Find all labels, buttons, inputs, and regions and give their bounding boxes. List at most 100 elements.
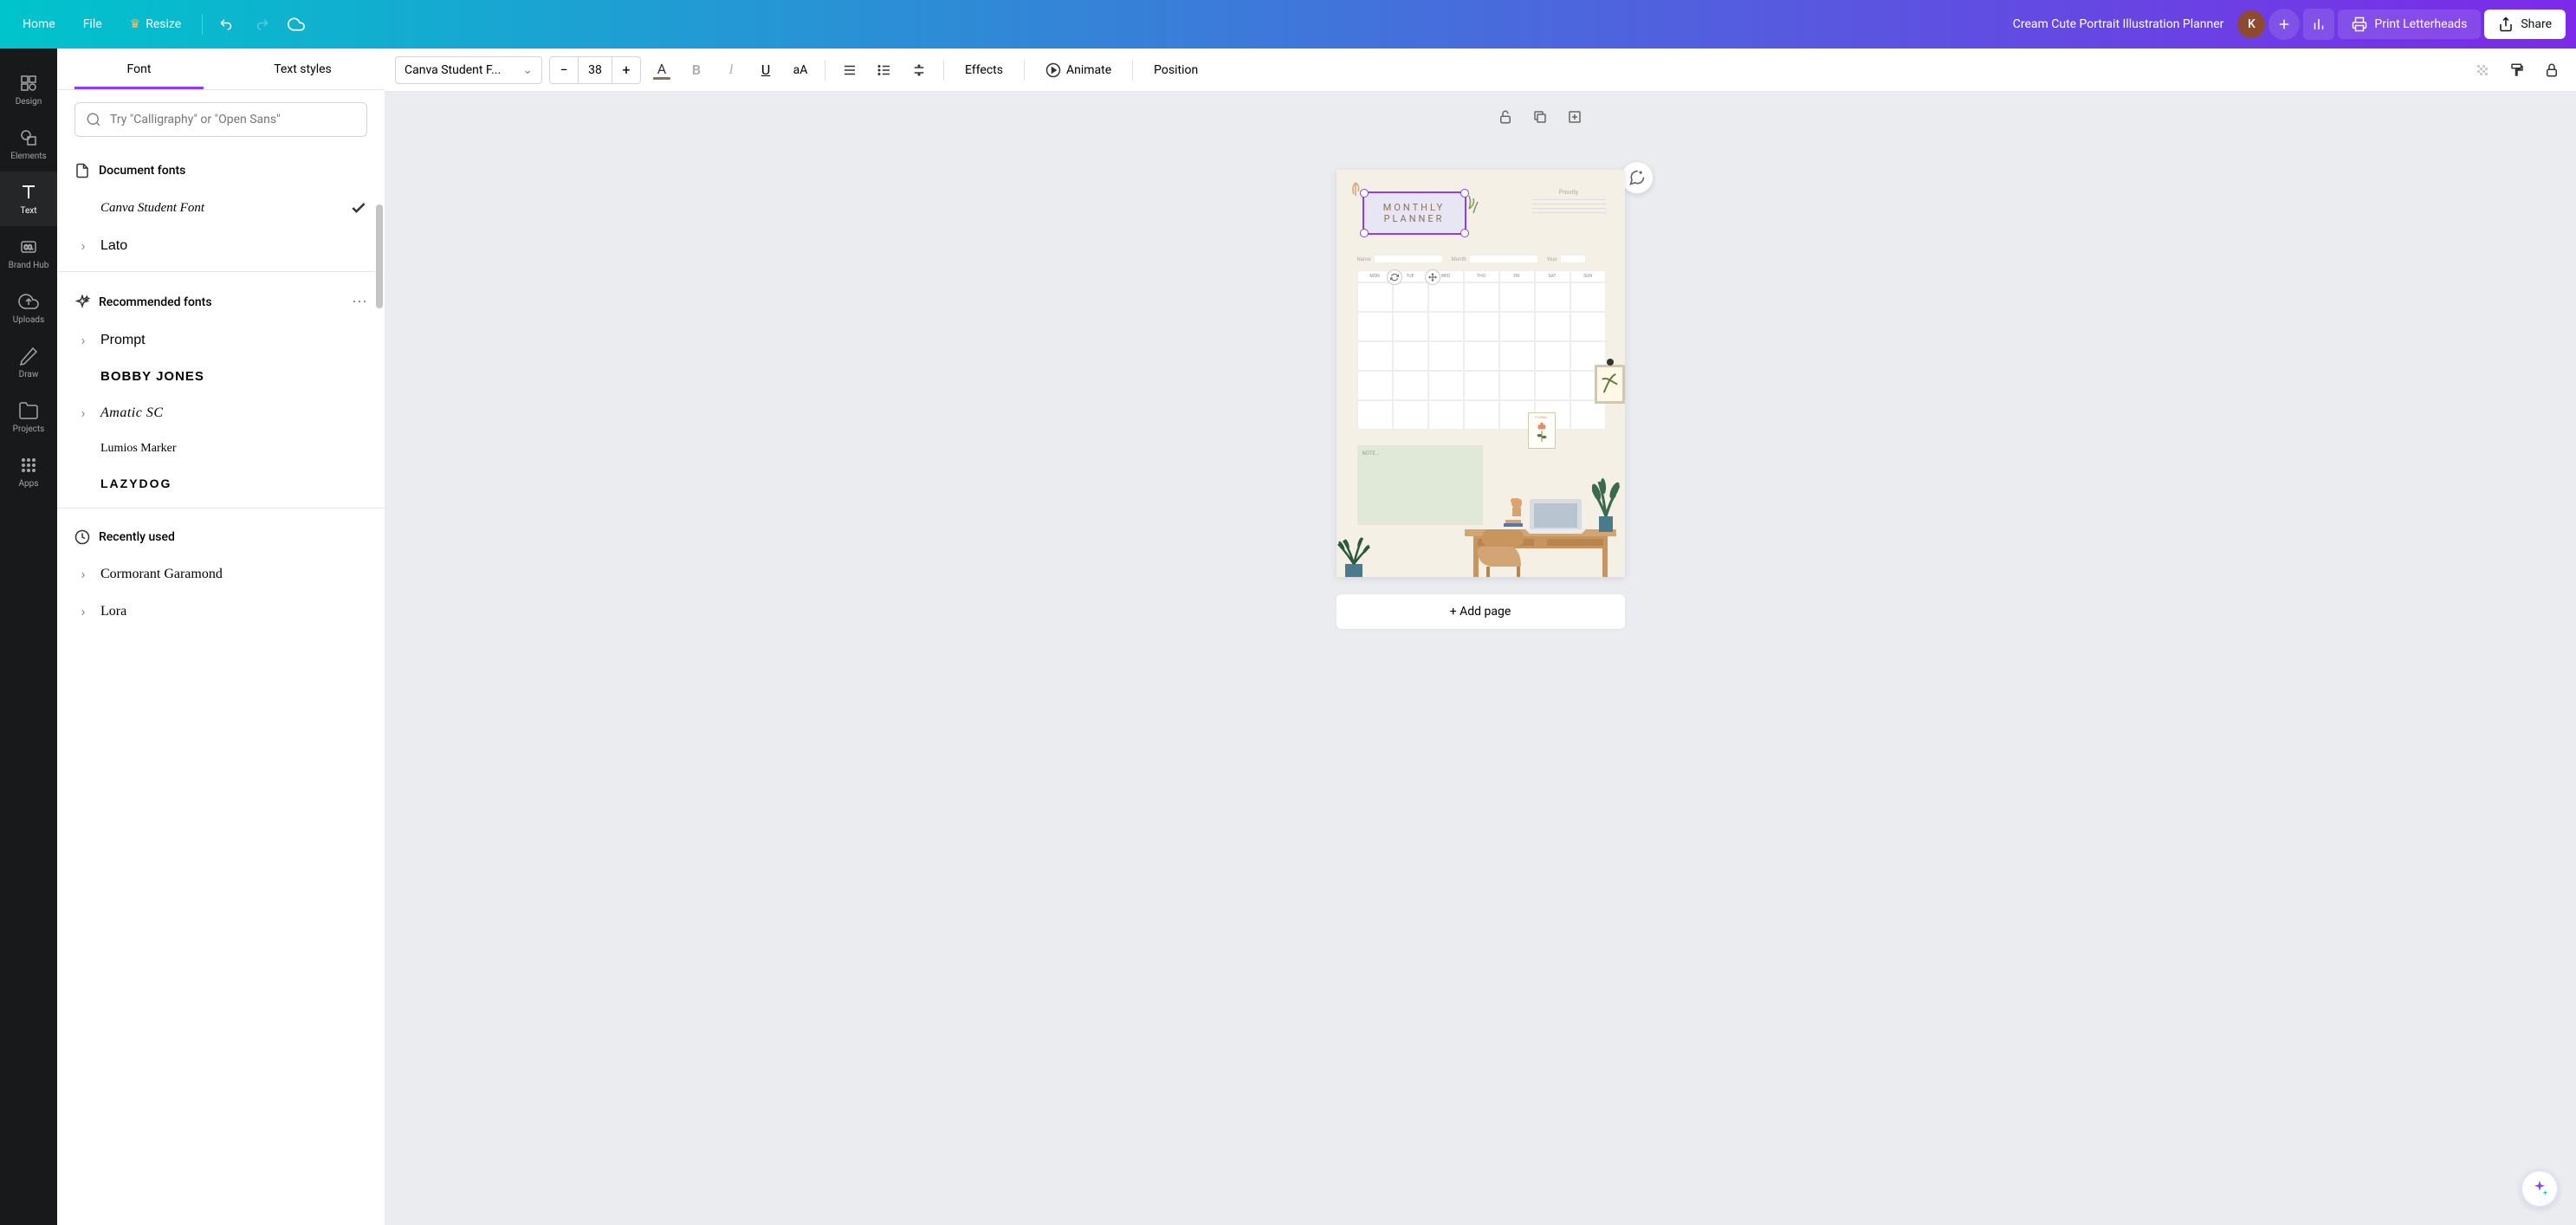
- section-document-fonts: Document fonts: [74, 149, 367, 189]
- day-sat: SAT: [1535, 270, 1570, 282]
- user-avatar[interactable]: K: [2237, 10, 2265, 38]
- animate-button[interactable]: Animate: [1035, 57, 1122, 83]
- rail-elements[interactable]: Elements: [0, 117, 57, 172]
- rail-apps[interactable]: Apps: [0, 444, 57, 499]
- add-member-button[interactable]: [2269, 9, 2300, 40]
- title-line-1: MONTHLY: [1383, 202, 1446, 213]
- bold-icon: B: [692, 62, 701, 78]
- font-item-lato[interactable]: › Lato: [74, 227, 367, 264]
- font-size-input[interactable]: [578, 57, 612, 83]
- duplicate-page-button[interactable]: [1532, 109, 1553, 130]
- rail-uploads[interactable]: Uploads: [0, 281, 57, 335]
- list-button[interactable]: [871, 56, 898, 84]
- chevron-right-icon[interactable]: ›: [74, 405, 92, 421]
- resize-handle-br[interactable]: [1460, 229, 1469, 237]
- rail-brandhub-label: Brand Hub: [9, 261, 49, 270]
- document-title[interactable]: Cream Cute Portrait Illustration Planner: [2013, 17, 2224, 31]
- note-placeholder: NOTE...: [1362, 450, 1380, 457]
- spacing-icon: [911, 62, 927, 78]
- font-item-lora[interactable]: › Lora: [74, 593, 367, 630]
- selected-text-element[interactable]: MONTHLY PLANNER: [1362, 191, 1466, 235]
- lock-icon: [2544, 62, 2560, 78]
- canvas-area[interactable]: Canva Student F... ⌄ − + A B I U a: [385, 49, 2576, 1225]
- rail-text-label: Text: [20, 206, 36, 216]
- font-item-amatic-sc[interactable]: › Amatic SC: [74, 394, 367, 431]
- share-button[interactable]: Share: [2484, 10, 2566, 39]
- canvas-page[interactable]: MONTHLY PLANNER Priority: [1337, 170, 1625, 577]
- print-label: Print Letterheads: [2374, 17, 2467, 31]
- effects-button[interactable]: Effects: [955, 58, 1013, 82]
- rail-brand-hub[interactable]: CO. Brand Hub: [0, 226, 57, 281]
- redo-button[interactable]: [246, 9, 277, 40]
- cloud-sync-button[interactable]: [281, 9, 312, 40]
- font-item-bobby-jones[interactable]: BOBBY JONES: [74, 359, 367, 394]
- font-item-prompt[interactable]: › Prompt: [74, 321, 367, 359]
- home-button[interactable]: Home: [10, 10, 68, 38]
- chevron-right-icon[interactable]: ›: [74, 603, 92, 619]
- panel-tabs: Font Text styles: [57, 49, 385, 90]
- underline-button[interactable]: U: [752, 56, 780, 84]
- document-icon: [74, 163, 90, 178]
- rail-draw[interactable]: Draw: [0, 335, 57, 390]
- rotate-handle[interactable]: [1387, 269, 1402, 285]
- add-page-button[interactable]: + Add page: [1337, 594, 1625, 629]
- font-prompt-label: Prompt: [100, 333, 146, 348]
- tab-text-styles[interactable]: Text styles: [221, 49, 385, 89]
- chevron-right-icon[interactable]: ›: [74, 566, 92, 582]
- font-search[interactable]: [74, 102, 367, 137]
- name-field-label: Name: [1357, 256, 1371, 262]
- font-item-lumios-marker[interactable]: Lumios Marker: [74, 431, 367, 466]
- font-item-cormorant[interactable]: › Cormorant Garamond: [74, 555, 367, 593]
- move-handle[interactable]: [1425, 269, 1440, 285]
- rail-text[interactable]: Text: [0, 172, 57, 226]
- font-size-decrease[interactable]: −: [550, 57, 578, 83]
- spacing-button[interactable]: [905, 56, 933, 84]
- share-icon: [2498, 16, 2514, 32]
- print-button[interactable]: Print Letterheads: [2338, 10, 2481, 39]
- resize-label: Resize: [146, 17, 181, 31]
- transparency-button[interactable]: [2469, 56, 2496, 84]
- plant-illustration-left: [1337, 534, 1371, 577]
- font-item-canva-student[interactable]: Canva Student Font: [74, 189, 367, 227]
- font-family-selector[interactable]: Canva Student F... ⌄: [395, 56, 542, 84]
- rail-projects[interactable]: Projects: [0, 390, 57, 444]
- font-item-lazydog[interactable]: LAZYDOG: [74, 466, 367, 501]
- bold-button[interactable]: B: [683, 56, 710, 84]
- add-page-icon-button[interactable]: [1567, 109, 1588, 130]
- italic-button[interactable]: I: [717, 56, 745, 84]
- chevron-right-icon[interactable]: ›: [74, 237, 92, 254]
- font-lato-label: Lato: [100, 238, 127, 254]
- frame-nail: [1607, 359, 1614, 366]
- font-list[interactable]: Document fonts Canva Student Font › Lato: [57, 149, 385, 1225]
- text-case-button[interactable]: aA: [786, 56, 814, 84]
- name-field: [1374, 255, 1443, 263]
- tab-font[interactable]: Font: [57, 49, 221, 89]
- recommended-fonts-label: Recommended fonts: [99, 295, 212, 309]
- lock-button[interactable]: [2538, 56, 2566, 84]
- add-comment-button[interactable]: [1621, 161, 1654, 194]
- resize-button[interactable]: ♛ Resize: [118, 10, 194, 38]
- list-icon: [877, 62, 892, 78]
- check-icon: [350, 199, 367, 217]
- leaf-decoration-left: [1347, 178, 1364, 204]
- transparency-icon: [2475, 62, 2490, 78]
- chevron-right-icon[interactable]: ›: [74, 332, 92, 348]
- font-search-input[interactable]: [110, 113, 356, 126]
- insights-button[interactable]: [2303, 9, 2334, 40]
- ai-assistant-button[interactable]: [2521, 1170, 2559, 1208]
- resize-handle-bl[interactable]: [1360, 229, 1369, 237]
- undo-button[interactable]: [211, 9, 243, 40]
- file-button[interactable]: File: [71, 10, 114, 38]
- rail-design[interactable]: Design: [0, 62, 57, 117]
- position-button[interactable]: Position: [1143, 58, 1208, 82]
- text-color-button[interactable]: A: [648, 56, 676, 84]
- lock-page-button[interactable]: [1498, 109, 1518, 130]
- section-recently-used: Recently used: [74, 515, 367, 555]
- alignment-button[interactable]: [836, 56, 864, 84]
- rail-apps-label: Apps: [19, 479, 39, 489]
- year-field: [1560, 255, 1586, 263]
- font-size-increase[interactable]: +: [612, 57, 640, 83]
- panel-scrollbar[interactable]: [376, 204, 383, 308]
- copy-style-button[interactable]: [2503, 56, 2531, 84]
- more-options-icon[interactable]: ⋯: [352, 293, 367, 311]
